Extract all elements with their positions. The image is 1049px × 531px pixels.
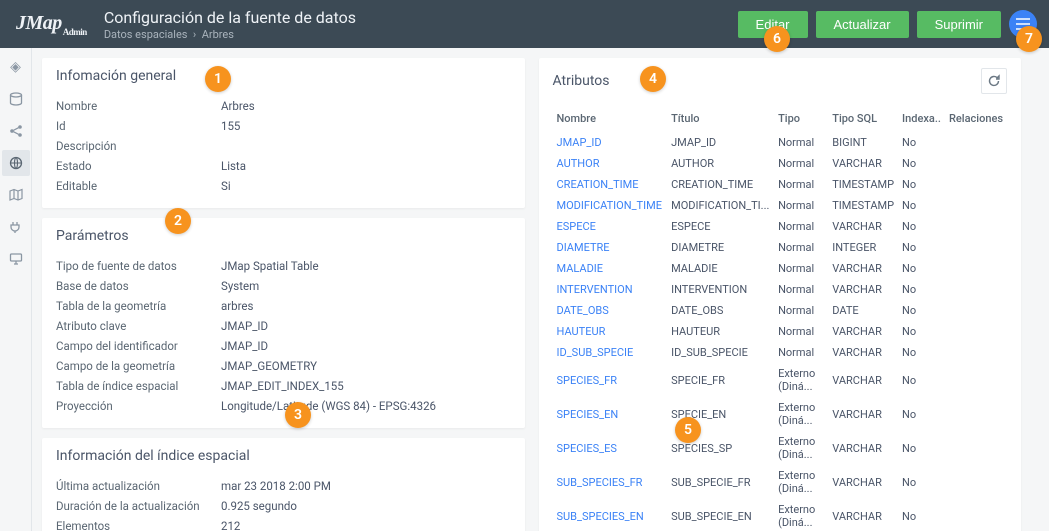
main-content: Infomación general NombreArbres Id155 De… [32, 48, 1031, 531]
attr-name-link[interactable]: SPECIES_ES [553, 431, 668, 465]
attr-name-link[interactable]: HAUTEUR [553, 321, 668, 342]
attr-name-link[interactable]: MALADIE [553, 258, 668, 279]
dashboard-icon[interactable]: ◈ [2, 54, 30, 80]
breadcrumb-link-spatial[interactable]: Datos espaciales [104, 28, 188, 41]
annotation-badge-4: 4 [640, 66, 666, 92]
attr-name-link[interactable]: AUTHOR [553, 153, 668, 174]
right-column: Atributos Nombre Título Tipo Tipo SQL [539, 58, 1022, 521]
attr-name-link[interactable]: JMAP_ID [553, 132, 668, 154]
attribute-row[interactable]: SPECIES_FRSPECIE_FRExterno (Diná...VARCH… [553, 363, 1008, 397]
attribute-row[interactable]: AUTHORAUTHORNormalVARCHARNo [553, 153, 1008, 174]
attr-name-link[interactable]: MODIFICATION_TIME [553, 195, 668, 216]
attribute-row[interactable]: MODIFICATION_TIMEMODIFICATION_TI...Norma… [553, 195, 1008, 216]
database-icon[interactable] [2, 86, 30, 112]
refresh-attributes-button[interactable] [981, 68, 1007, 94]
attribute-row[interactable]: SPECIES_ENSPECIE_ENExterno (Diná...VARCH… [553, 397, 1008, 431]
parameters-card: Parámetros Tipo de fuente de datosJMap S… [42, 218, 525, 428]
attribute-row[interactable]: JMAP_IDJMAP_IDNormalBIGINTNo [553, 132, 1008, 154]
globe-icon[interactable] [2, 150, 30, 176]
map-icon[interactable] [2, 182, 30, 208]
attributes-table: Nombre Título Tipo Tipo SQL Indexa.. Rel… [553, 106, 1008, 531]
general-info-title: Infomación general [42, 58, 525, 92]
attr-name-link[interactable]: SPECIES_FR [553, 363, 668, 397]
breadcrumb-link-arbres[interactable]: Arbres [202, 28, 234, 41]
update-button[interactable]: Actualizar [816, 11, 909, 38]
attribute-row[interactable]: ID_SUB_SPECIEID_SUB_SPECIENormalVARCHARN… [553, 342, 1008, 363]
attribute-row[interactable]: ESPECEESPECENormalVARCHARNo [553, 216, 1008, 237]
attr-name-link[interactable]: DATE_OBS [553, 300, 668, 321]
annotation-badge-6: 6 [764, 26, 790, 52]
annotation-badge-1: 1 [205, 66, 231, 92]
attributes-header-row: Nombre Título Tipo Tipo SQL Indexa.. Rel… [553, 106, 1008, 132]
attr-name-link[interactable]: INTERVENTION [553, 279, 668, 300]
attribute-row[interactable]: HAUTEURHAUTEURNormalVARCHARNo [553, 321, 1008, 342]
topbar: JMapAdmin Configuración de la fuente de … [0, 0, 1049, 48]
attr-name-link[interactable]: CREATION_TIME [553, 174, 668, 195]
attributes-card: Atributos Nombre Título Tipo Tipo SQL [539, 58, 1022, 531]
left-sidebar: ◈ [0, 48, 32, 531]
general-info-card: Infomación general NombreArbres Id155 De… [42, 58, 525, 208]
attr-name-link[interactable]: DIAMETRE [553, 237, 668, 258]
breadcrumb: Datos espaciales › Arbres [104, 28, 738, 41]
app-logo: JMapAdmin [16, 12, 86, 36]
parameters-title: Parámetros [42, 218, 525, 252]
delete-button[interactable]: Suprimir [917, 11, 1001, 38]
attributes-title: Atributos [553, 73, 610, 89]
page-title: Configuración de la fuente de datos [104, 8, 738, 27]
attribute-row[interactable]: CREATION_TIMECREATION_TIMENormalTIMESTAM… [553, 174, 1008, 195]
attribute-row[interactable]: DIAMETREDIAMETRENormalINTEGERNo [553, 237, 1008, 258]
spatial-index-title: Información del índice espacial [42, 438, 525, 472]
attr-name-link[interactable]: SPECIES_EN [553, 397, 668, 431]
header-title-block: Configuración de la fuente de datos Dato… [104, 8, 738, 41]
left-column: Infomación general NombreArbres Id155 De… [42, 58, 525, 521]
annotation-badge-7: 7 [1016, 26, 1042, 52]
attribute-row[interactable]: DATE_OBSDATE_OBSNormalDATENo [553, 300, 1008, 321]
attribute-row[interactable]: SPECIES_ESSPECIES_SPExterno (Diná...VARC… [553, 431, 1008, 465]
annotation-badge-3: 3 [285, 402, 311, 428]
attribute-row[interactable]: SUB_SPECIES_FRSUB_SPECIE_FRExterno (Diná… [553, 465, 1008, 499]
annotation-badge-2: 2 [165, 208, 191, 234]
attr-name-link[interactable]: SUB_SPECIES_FR [553, 465, 668, 499]
attr-name-link[interactable]: ESPECE [553, 216, 668, 237]
attribute-row[interactable]: SUB_SPECIES_ENSUB_SPECIE_ENExterno (Diná… [553, 499, 1008, 531]
attr-name-link[interactable]: ID_SUB_SPECIE [553, 342, 668, 363]
plug-icon[interactable] [2, 214, 30, 240]
attr-name-link[interactable]: SUB_SPECIES_EN [553, 499, 668, 531]
attribute-row[interactable]: MALADIEMALADIENormalVARCHARNo [553, 258, 1008, 279]
database-link[interactable]: System [221, 279, 259, 293]
monitor-icon[interactable] [2, 246, 30, 272]
spatial-index-card: Información del índice espacial Última a… [42, 438, 525, 531]
attribute-row[interactable]: INTERVENTIONINTERVENTIONNormalVARCHARNo [553, 279, 1008, 300]
share-icon[interactable] [2, 118, 30, 144]
annotation-badge-5: 5 [675, 417, 701, 443]
